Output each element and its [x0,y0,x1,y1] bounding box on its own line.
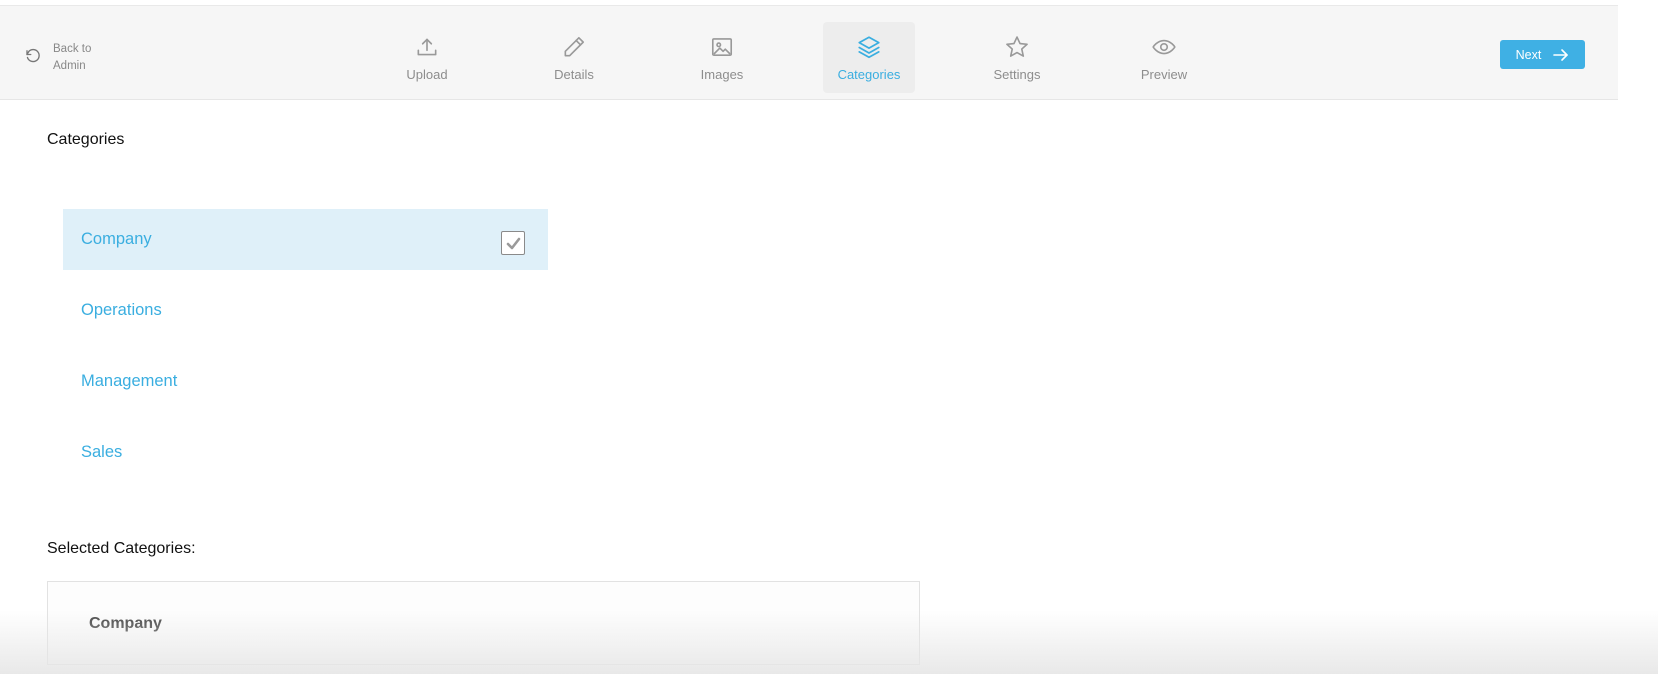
category-item-sales[interactable]: Sales [63,422,548,483]
step-settings[interactable]: Settings [971,22,1063,93]
selected-category-tag: Company [89,615,162,632]
next-button-label: Next [1515,47,1542,62]
category-label: Operations [81,301,162,319]
step-upload[interactable]: Upload [381,22,473,93]
step-label: Upload [406,67,448,82]
wizard-header: Back to Admin Upload Details Images Cate… [0,5,1618,100]
step-categories[interactable]: Categories [823,22,915,93]
next-button[interactable]: Next [1500,40,1585,69]
arrow-right-icon [1553,48,1569,61]
category-item-management[interactable]: Management [63,351,548,412]
category-label: Management [81,372,178,390]
step-preview[interactable]: Preview [1118,22,1210,93]
layers-icon [858,36,880,59]
pencil-icon [564,36,585,57]
categories-heading: Categories [47,131,125,148]
step-details[interactable]: Details [528,22,620,93]
category-item-operations[interactable]: Operations [63,280,548,341]
step-label: Categories [837,67,901,82]
selected-categories-heading: Selected Categories: [47,540,196,557]
step-label: Images [700,67,744,82]
category-label: Company [81,230,152,248]
upload-icon [417,38,437,56]
eye-icon [1152,39,1176,55]
checkmark-icon [506,237,520,249]
step-label: Settings [993,67,1041,82]
step-label: Preview [1140,67,1188,82]
category-checkbox[interactable] [501,231,525,255]
image-icon [711,38,733,56]
step-images[interactable]: Images [676,22,768,93]
wizard-steps: Upload Details Images Categories Setting… [0,16,1618,93]
category-label: Sales [81,443,123,461]
category-list: Company Operations Management Sales [63,209,548,493]
category-item-company[interactable]: Company [63,209,548,270]
star-icon [1006,36,1028,57]
selected-categories-box: Company [47,581,920,665]
step-label: Details [554,67,594,82]
